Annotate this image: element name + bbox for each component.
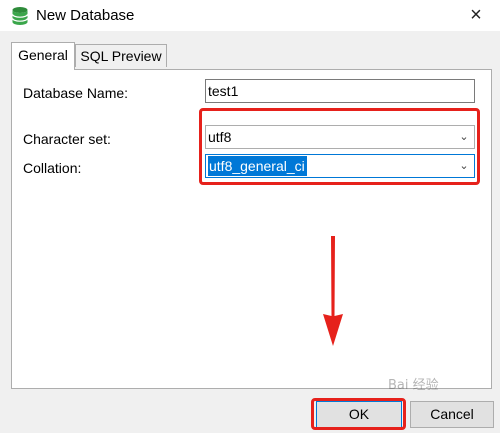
cancel-button[interactable]: Cancel <box>410 401 494 428</box>
database-icon <box>11 7 29 25</box>
collation-label: Collation: <box>23 160 82 176</box>
watermark: Bai 经验 <box>388 378 439 393</box>
window-title: New Database <box>36 7 135 24</box>
database-name-input[interactable]: test1 <box>205 79 475 103</box>
title-bar: New Database × <box>0 0 500 31</box>
annotation-highlight-box <box>199 108 480 185</box>
character-set-label: Character set: <box>23 131 111 147</box>
database-name-label: Database Name: <box>23 85 129 101</box>
annotation-highlight-box <box>311 398 406 430</box>
tab-sql-preview[interactable]: SQL Preview <box>75 44 167 67</box>
annotation-arrow <box>323 236 343 346</box>
tab-general[interactable]: General <box>11 42 75 70</box>
close-button[interactable]: × <box>456 2 496 28</box>
